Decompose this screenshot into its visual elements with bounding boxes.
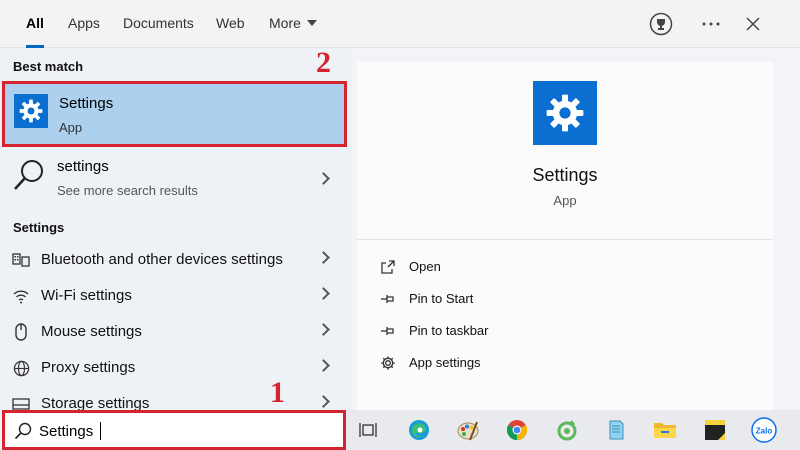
action-label: Open bbox=[409, 259, 441, 274]
details-pane: Settings App Open Pin to Start Pin to ta… bbox=[357, 62, 773, 410]
paint-icon[interactable] bbox=[454, 416, 482, 444]
settings-item-proxy[interactable]: Proxy settings bbox=[0, 351, 352, 385]
annotation-marker-1: 1 bbox=[270, 376, 285, 409]
trophy-icon[interactable] bbox=[647, 10, 675, 38]
details-title: Settings bbox=[532, 165, 598, 185]
action-app-settings[interactable]: App settings bbox=[379, 352, 739, 376]
settings-item-label: Proxy settings bbox=[41, 359, 136, 376]
settings-item-label: Mouse settings bbox=[41, 323, 142, 340]
best-match-settings-app[interactable]: Settings App bbox=[2, 81, 347, 147]
chevron-right-icon bbox=[317, 395, 330, 408]
mouse-icon bbox=[12, 323, 30, 341]
gear-icon bbox=[533, 81, 597, 145]
search-icon bbox=[12, 158, 46, 192]
more-options-icon[interactable] bbox=[697, 10, 725, 38]
gear-icon bbox=[379, 354, 397, 372]
storage-icon bbox=[12, 395, 30, 410]
action-open[interactable]: Open bbox=[379, 256, 739, 280]
text-cursor bbox=[100, 422, 101, 440]
tab-documents[interactable]: Documents bbox=[123, 0, 194, 48]
pin-icon bbox=[379, 290, 397, 308]
web-result-subtitle: See more search results bbox=[57, 183, 198, 198]
chevron-right-icon bbox=[317, 251, 330, 264]
gear-icon bbox=[14, 94, 48, 128]
chevron-right-icon bbox=[317, 287, 330, 300]
settings-item-label: Wi-Fi settings bbox=[41, 287, 132, 304]
search-icon bbox=[13, 421, 33, 441]
chevron-right-icon bbox=[317, 359, 330, 372]
zalo-icon[interactable]: Zalo bbox=[750, 416, 778, 444]
file-explorer-icon[interactable] bbox=[651, 416, 679, 444]
action-label: Pin to taskbar bbox=[409, 323, 489, 338]
chrome-icon[interactable] bbox=[503, 416, 531, 444]
action-pin-to-taskbar[interactable]: Pin to taskbar bbox=[379, 320, 739, 344]
globe-icon bbox=[12, 359, 30, 377]
settings-item-label: Storage settings bbox=[41, 395, 150, 410]
action-label: App settings bbox=[409, 355, 481, 370]
settings-item-mouse[interactable]: Mouse settings bbox=[0, 315, 352, 349]
settings-item-label: Bluetooth and other devices settings bbox=[41, 251, 283, 268]
settings-item-storage[interactable]: Storage settings bbox=[0, 387, 352, 410]
web-result-title: settings bbox=[57, 158, 109, 175]
search-box[interactable] bbox=[2, 410, 346, 450]
action-label: Pin to Start bbox=[409, 291, 474, 306]
web-search-result[interactable]: settings See more search results bbox=[0, 152, 352, 206]
chevron-right-icon bbox=[317, 172, 330, 185]
open-icon bbox=[379, 258, 397, 276]
tab-web[interactable]: Web bbox=[216, 0, 245, 48]
chevron-down-icon bbox=[306, 20, 317, 26]
best-match-title: Settings bbox=[59, 95, 114, 112]
details-divider bbox=[357, 239, 773, 240]
annotation-marker-2: 2 bbox=[316, 46, 331, 79]
taskbar: Zalo bbox=[346, 410, 800, 450]
search-input[interactable] bbox=[39, 419, 329, 443]
notepad-icon[interactable] bbox=[602, 416, 630, 444]
pin-icon bbox=[379, 322, 397, 340]
tab-all[interactable]: All bbox=[26, 0, 44, 48]
best-match-label: Best match bbox=[13, 59, 84, 74]
action-pin-to-start[interactable]: Pin to Start bbox=[379, 288, 739, 312]
chevron-right-icon bbox=[317, 323, 330, 336]
settings-item-bluetooth[interactable]: Bluetooth and other devices settings bbox=[0, 243, 352, 277]
task-view-icon[interactable] bbox=[354, 416, 382, 444]
tab-more[interactable]: More bbox=[269, 0, 317, 48]
wifi-icon bbox=[12, 287, 30, 305]
settings-item-wifi[interactable]: Wi-Fi settings bbox=[0, 279, 352, 313]
tab-apps[interactable]: Apps bbox=[68, 0, 100, 48]
close-icon[interactable] bbox=[739, 10, 767, 38]
best-match-subtitle: App bbox=[59, 120, 83, 135]
details-subtitle: App bbox=[553, 193, 577, 208]
search-tabs-bar: All Apps Documents Web More bbox=[0, 0, 800, 48]
app-icon[interactable] bbox=[553, 416, 581, 444]
edge-icon[interactable] bbox=[405, 416, 433, 444]
devices-icon bbox=[12, 251, 30, 269]
settings-section-label: Settings bbox=[13, 220, 65, 235]
sticky-notes-icon[interactable] bbox=[701, 416, 729, 444]
zalo-label: Zalo bbox=[756, 427, 773, 436]
